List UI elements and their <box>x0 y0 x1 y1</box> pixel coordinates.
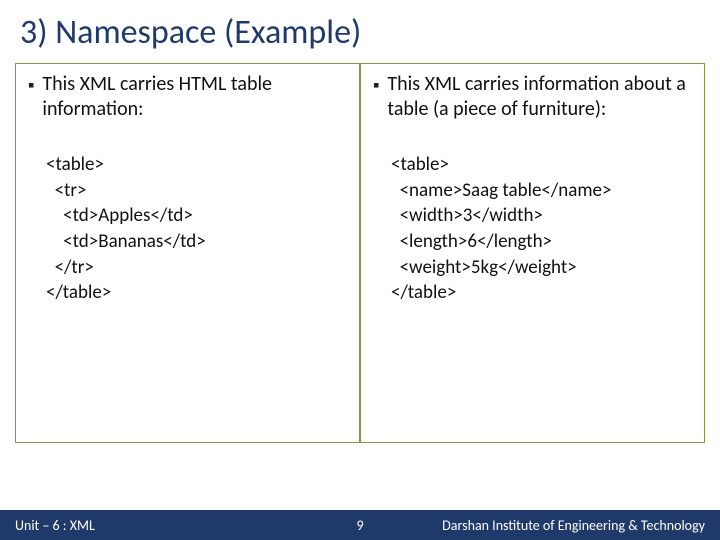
footer-org: Darshan Institute of Engineering & Techn… <box>442 517 720 534</box>
left-column: ▪ This XML carries HTML table informatio… <box>15 63 360 443</box>
slide-title: 3) Namespace (Example) <box>0 0 720 63</box>
left-bullet-row: ▪ This XML carries HTML table informatio… <box>28 72 347 122</box>
right-column: ▪ This XML carries information about a t… <box>360 63 705 443</box>
content-columns: ▪ This XML carries HTML table informatio… <box>0 63 720 443</box>
bullet-icon: ▪ <box>28 74 34 97</box>
left-code-block: <table> <tr> <td>Apples</td> <td>Bananas… <box>28 152 347 306</box>
left-bullet-text: This XML carries HTML table information: <box>42 72 347 122</box>
right-code-block: <table> <name>Saag table</name> <width>3… <box>373 152 692 306</box>
footer-page-number: 9 <box>356 517 363 534</box>
footer-unit: Unit – 6 : XML <box>0 517 95 534</box>
footer-bar: Unit – 6 : XML 9 Darshan Institute of En… <box>0 510 720 540</box>
bullet-icon: ▪ <box>373 74 379 97</box>
right-bullet-text: This XML carries information about a tab… <box>387 72 692 122</box>
right-bullet-row: ▪ This XML carries information about a t… <box>373 72 692 122</box>
